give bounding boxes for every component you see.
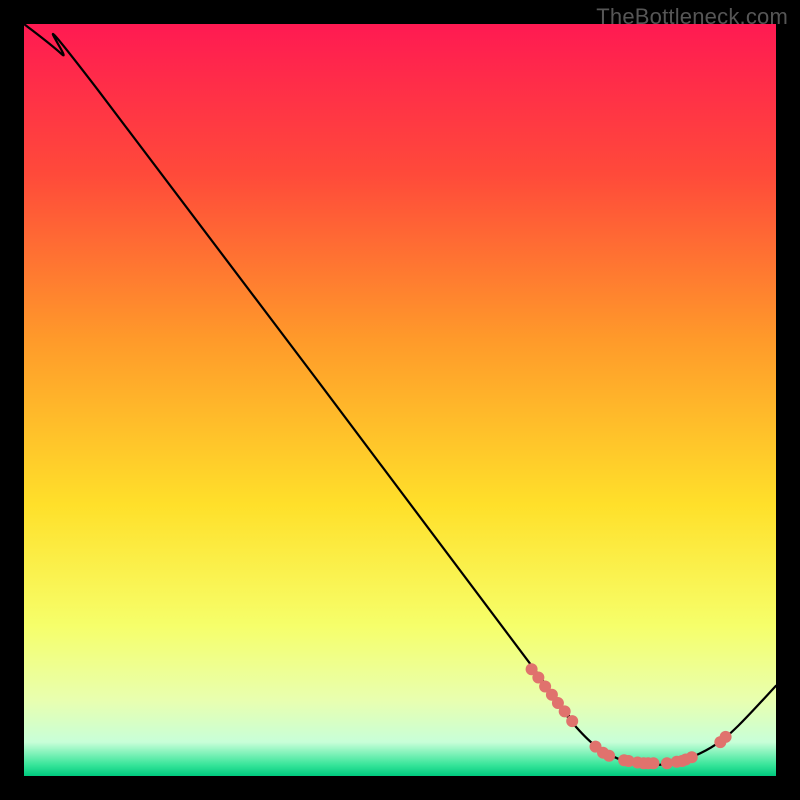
marker-dot — [720, 731, 732, 743]
chart-svg — [0, 0, 800, 800]
plot-background — [24, 24, 776, 776]
marker-dot — [603, 750, 615, 762]
chart-stage: TheBottleneck.com — [0, 0, 800, 800]
marker-dot — [566, 715, 578, 727]
marker-dot — [559, 705, 571, 717]
marker-dot — [686, 751, 698, 763]
marker-dot — [647, 757, 659, 769]
